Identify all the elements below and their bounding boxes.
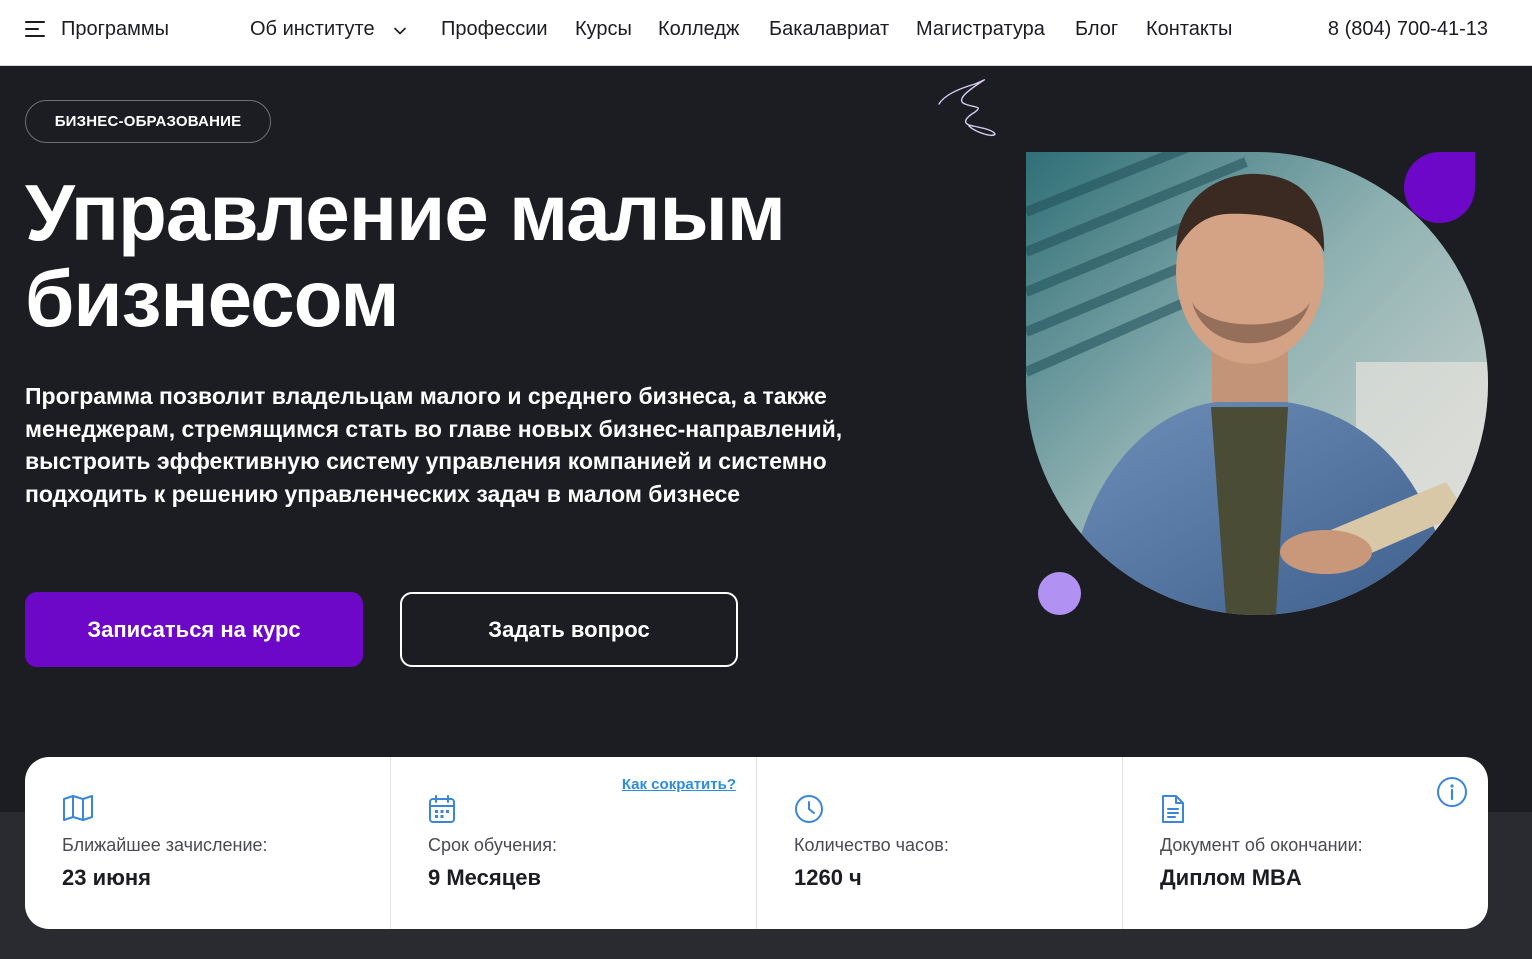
duration-value: 9 Месяцев	[428, 865, 541, 890]
enroll-button[interactable]: Записаться на курс	[25, 592, 363, 667]
clock-icon	[794, 794, 824, 829]
nav-item-college[interactable]: Колледж	[658, 17, 739, 41]
map-icon	[62, 794, 94, 827]
top-navigation: Программы Об институте Профессии Курсы К…	[0, 0, 1532, 66]
how-to-shorten-link[interactable]: Как сократить?	[622, 776, 736, 793]
category-badge: БИЗНЕС-ОБРАЗОВАНИЕ	[25, 100, 271, 143]
nav-item-bachelor[interactable]: Бакалавриат	[769, 17, 889, 41]
page-title: Управление малым бизнесом	[25, 170, 925, 342]
enrollment-label: Ближайшее зачисление:	[62, 835, 268, 855]
hero-photo	[1026, 152, 1488, 615]
hours-label: Количество часов:	[794, 835, 949, 855]
chevron-down-icon	[394, 17, 406, 41]
programs-label: Программы	[61, 18, 170, 40]
document-icon	[1160, 794, 1186, 829]
nav-item-professions[interactable]: Профессии	[441, 17, 548, 41]
duration-info: Как сократить? Срок обучения: 9 Месяцев	[391, 757, 757, 929]
decorative-lilac-dot	[1038, 572, 1081, 615]
nav-item-master[interactable]: Магистратура	[916, 17, 1045, 41]
decorative-purple-shape	[1404, 152, 1475, 223]
programs-menu-button[interactable]: Программы	[25, 17, 169, 41]
nav-item-about[interactable]: Об институте	[250, 17, 406, 41]
menu-icon	[25, 20, 47, 38]
hours-value: 1260 ч	[794, 865, 862, 890]
enrollment-value: 23 июня	[62, 865, 152, 890]
page-title-line-1: Управление малым	[25, 168, 786, 257]
nav-item-contacts[interactable]: Контакты	[1146, 17, 1232, 41]
program-description: Программа позволит владельцам малого и с…	[25, 383, 843, 507]
nav-item-about-label: Об институте	[250, 18, 375, 40]
squiggle-decoration	[938, 79, 996, 136]
info-icon[interactable]	[1436, 776, 1468, 813]
nav-item-blog[interactable]: Блог	[1075, 17, 1118, 41]
phone-link[interactable]: 8 (804) 700-41-13	[1328, 17, 1488, 41]
document-info: Документ об окончании: Диплом MBA	[1123, 757, 1488, 929]
enrollment-info: Ближайшее зачисление: 23 июня	[25, 757, 391, 929]
nav-item-courses[interactable]: Курсы	[575, 17, 632, 41]
duration-label: Срок обучения:	[428, 835, 557, 855]
hours-info: Количество часов: 1260 ч	[757, 757, 1123, 929]
document-label: Документ об окончании:	[1160, 835, 1363, 855]
calendar-icon	[428, 794, 456, 829]
course-info-card: Ближайшее зачисление: 23 июня Как сократ…	[25, 757, 1488, 929]
page-title-line-2: бизнесом	[25, 254, 400, 343]
document-value: Диплом MBA	[1160, 865, 1302, 890]
ask-question-button[interactable]: Задать вопрос	[400, 592, 738, 667]
